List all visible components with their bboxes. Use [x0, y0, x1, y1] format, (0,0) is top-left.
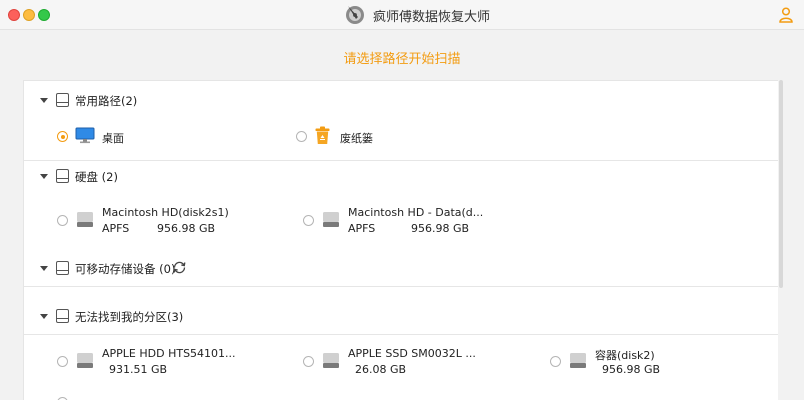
hard-drive-icon	[77, 353, 93, 368]
disk-filesystem: APFS	[348, 222, 376, 235]
desktop-label: 桌面	[102, 132, 124, 145]
disk-filesystem: APFS	[102, 222, 130, 235]
drive-outline-icon	[56, 309, 69, 323]
desktop-radio[interactable]	[57, 131, 68, 142]
divider	[24, 286, 778, 287]
trash-label: 废纸篓	[340, 132, 373, 145]
scrollbar[interactable]	[779, 80, 783, 288]
section-header-removable[interactable]: 可移动存储设备 (0)	[24, 259, 778, 279]
hard-drive-icon	[570, 353, 586, 368]
drive-outline-icon	[56, 93, 69, 107]
partition-size: 956.98 GB	[602, 363, 661, 376]
disk-radio[interactable]	[303, 215, 314, 226]
collapse-caret-icon[interactable]	[40, 266, 48, 271]
disk-name: Macintosh HD(disk2s1)	[102, 206, 229, 219]
divider	[24, 160, 778, 161]
partition-size: 26.08 GB	[355, 363, 407, 376]
disk-size: 956.98 GB	[411, 222, 470, 235]
hard-drive-icon	[323, 353, 339, 368]
minimize-window-button[interactable]	[23, 9, 35, 21]
disk-size: 956.98 GB	[157, 222, 216, 235]
desktop-icon	[75, 127, 95, 144]
drive-outline-icon	[56, 169, 69, 183]
close-window-button[interactable]	[8, 9, 20, 21]
disk-radio[interactable]	[57, 215, 68, 226]
collapse-caret-icon[interactable]	[40, 98, 48, 103]
app-logo-icon	[346, 6, 364, 24]
section-title: 常用路径(2)	[75, 94, 138, 108]
section-title: 可移动存储设备 (0)	[75, 262, 176, 276]
section-title: 无法找到我的分区(3)	[75, 310, 184, 324]
disk-name: Macintosh HD - Data(d...	[348, 206, 484, 219]
partition-radio[interactable]	[57, 356, 68, 367]
section-header-lost-partitions[interactable]: 无法找到我的分区(3)	[24, 307, 778, 327]
partition-size: 931.51 GB	[109, 363, 168, 376]
section-header-harddisk[interactable]: 硬盘 (2)	[24, 167, 778, 187]
divider	[24, 334, 778, 335]
user-icon[interactable]	[779, 7, 793, 23]
refresh-icon[interactable]	[172, 260, 187, 275]
drive-outline-icon	[56, 261, 69, 275]
collapse-caret-icon[interactable]	[40, 314, 48, 319]
maximize-window-button[interactable]	[38, 9, 50, 21]
section-title: 硬盘 (2)	[75, 170, 118, 184]
partition-name: APPLE SSD SM0032L ...	[348, 347, 476, 360]
trash-icon	[315, 126, 330, 144]
collapse-caret-icon[interactable]	[40, 174, 48, 179]
window-title: 疯师傅数据恢复大师	[373, 10, 491, 25]
section-header-common[interactable]: 常用路径(2)	[24, 91, 778, 111]
location-panel: 常用路径(2) 桌面 废纸篓 硬盘 (2) Macintosh HD(disk2…	[23, 80, 778, 400]
scan-instruction: 请选择路径开始扫描	[343, 52, 461, 67]
trash-radio[interactable]	[296, 131, 307, 142]
hard-drive-icon	[77, 212, 93, 227]
partition-radio[interactable]	[550, 356, 561, 367]
partition-radio[interactable]	[303, 356, 314, 367]
partition-name: APPLE HDD HTS54101...	[102, 347, 236, 360]
partition-name: 容器(disk2)	[595, 349, 655, 362]
title-bar: 疯师傅数据恢复大师	[0, 0, 804, 30]
hard-drive-icon	[323, 212, 339, 227]
